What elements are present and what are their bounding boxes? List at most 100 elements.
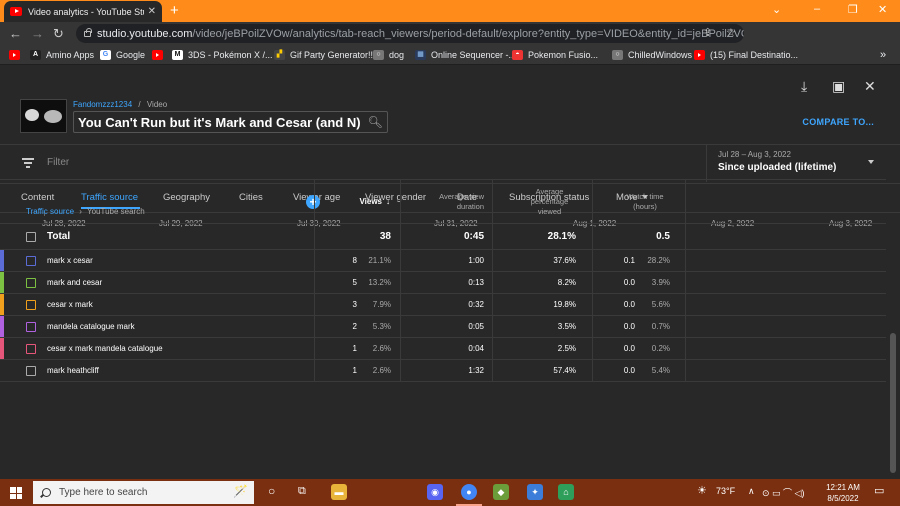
bookmark-item[interactable]: ○ dog — [373, 48, 404, 62]
m-icon: M — [172, 50, 183, 60]
date-range-value: Since uploaded (lifetime) — [718, 162, 837, 173]
row-views-pct: 21.1% — [368, 256, 391, 265]
search-icon — [42, 488, 51, 497]
views-header-label: Views — [359, 197, 382, 206]
tray-icons[interactable]: ⊙ ▭ ⌒ ◁) — [762, 486, 804, 499]
row-views: 1 — [352, 344, 357, 353]
avg-view-duration-header[interactable]: Average view duration — [400, 180, 492, 224]
discord-icon[interactable]: ◉ — [427, 484, 443, 500]
row-views-pct: 13.2% — [368, 278, 391, 287]
row-watch-pct: 3.9% — [651, 278, 670, 287]
window-minimize-button[interactable]: – — [814, 3, 820, 15]
total-checkbox[interactable] — [26, 232, 36, 242]
bookmark-item[interactable]: M 3DS - Pokémon X /... — [172, 48, 273, 62]
taskbar-search-placeholder: Type here to search — [59, 487, 148, 498]
browser-tabstrip: Video analytics - YouTube Studio ✕ + ⌄ –… — [0, 0, 900, 22]
youtube-studio-favicon-icon — [10, 7, 22, 16]
gif-icon: ▞ — [274, 50, 285, 60]
window-collapse-icon[interactable]: ⌄ — [772, 3, 781, 16]
weather-icon[interactable]: ☀ — [697, 484, 707, 497]
bookmark-item[interactable]: (15) Final Destinatio... — [694, 48, 798, 62]
table-row[interactable]: mark heathcliff 1 2.6% 1:32 57.4% 0.0 5.4% — [0, 359, 886, 382]
row-checkbox[interactable] — [26, 344, 36, 354]
table-row[interactable]: mandela catalogue mark 2 5.3% 0:05 3.5% 0.0 0.… — [0, 315, 886, 338]
row-avg-view-duration: 0:05 — [468, 322, 484, 331]
youtube-icon — [694, 50, 705, 60]
youtube-icon — [152, 50, 163, 60]
table-scrollbar[interactable] — [890, 333, 896, 473]
reload-icon[interactable]: ↻ — [53, 25, 64, 42]
row-checkbox[interactable] — [26, 366, 36, 376]
total-avg-view-duration: 0:45 — [463, 231, 484, 242]
search-highlight-icon: 🪄 — [233, 484, 248, 498]
traffic-source-link[interactable]: Traffic source — [26, 207, 74, 216]
row-avg-pct-viewed: 2.5% — [557, 344, 576, 353]
row-watch-pct: 5.4% — [651, 366, 670, 375]
filter-icon[interactable] — [22, 158, 34, 170]
channel-link[interactable]: Fandomzzz1234 — [73, 100, 132, 109]
views-header[interactable]: Views ↓ — [314, 180, 400, 224]
download-icon[interactable]: ⤓ — [801, 78, 807, 95]
bookmarks-overflow-button[interactable]: » — [880, 48, 886, 62]
cortana-icon[interactable]: ○ — [268, 484, 275, 498]
tab-close-icon[interactable]: ✕ — [148, 6, 156, 17]
close-icon[interactable]: ✕ — [864, 78, 876, 95]
back-arrow-icon[interactable]: ← — [9, 25, 22, 42]
row-checkbox[interactable] — [26, 256, 36, 266]
share-icon[interactable]: ⇪ — [703, 24, 712, 43]
row-avg-pct-viewed: 8.2% — [557, 278, 576, 287]
forward-arrow-icon[interactable]: → — [31, 25, 44, 42]
row-avg-pct-viewed: 19.8% — [553, 300, 576, 309]
table-row[interactable]: cesar x mark 3 7.9% 0:32 19.8% 0.0 5.6% — [0, 293, 886, 316]
window-close-button[interactable]: ✕ — [878, 3, 887, 16]
file-explorer-icon[interactable]: ▬ — [331, 484, 347, 500]
address-bar[interactable]: studio.youtube.com/video/jeBPoilZVOw/ana… — [76, 24, 744, 43]
row-checkbox[interactable] — [26, 300, 36, 310]
browser-tab-active[interactable]: Video analytics - YouTube Studio ✕ — [4, 1, 162, 22]
row-checkbox[interactable] — [26, 278, 36, 288]
table-row[interactable]: mark and cesar 5 13.2% 0:13 8.2% 0.0 3.9% — [0, 271, 886, 294]
globe-icon: ○ — [373, 50, 384, 60]
app-icon[interactable]: ⌂ — [558, 484, 574, 500]
table-row[interactable]: mark x cesar 8 21.1% 1:00 37.6% 0.1 28.2% — [0, 249, 886, 272]
app-icon[interactable]: ◆ — [493, 484, 509, 500]
row-checkbox[interactable] — [26, 322, 36, 332]
row-views: 5 — [352, 278, 357, 287]
watch-time-header[interactable]: Watch time (hours) — [592, 180, 685, 224]
app-icon[interactable]: ✦ — [527, 484, 543, 500]
bookmarks-bar: A Amino Apps G Google M 3DS - Pokémon X /... ▞… — [0, 45, 900, 65]
task-view-icon[interactable]: ⧉ — [298, 485, 306, 498]
filter-input[interactable]: Filter — [47, 157, 69, 168]
date-range-picker[interactable]: Jul 28 – Aug 3, 2022 Since uploaded (lif… — [706, 144, 890, 182]
row-watch-time: 0.0 — [623, 322, 635, 331]
bookmark-item[interactable]: A Amino Apps — [30, 48, 94, 62]
taskbar-clock[interactable]: 12:21 AM 8/5/2022 — [818, 482, 868, 504]
feedback-icon[interactable]: ▣ — [832, 78, 845, 95]
row-label: cesar x mark — [47, 300, 93, 309]
row-avg-pct-viewed: 3.5% — [557, 322, 576, 331]
table-row[interactable]: cesar x mark mandela catalogue 1 2.6% 0:04 2… — [0, 337, 886, 360]
notification-icon[interactable]: ▭ — [874, 484, 884, 497]
bookmark-item[interactable]: ◓ Pokemon Fusio... — [512, 48, 598, 62]
window-restore-button[interactable]: ❐ — [848, 3, 858, 16]
row-avg-view-duration: 0:04 — [468, 344, 484, 353]
bookmark-star-icon[interactable]: ☆ — [726, 24, 736, 43]
table-breadcrumb: Traffic source › YouTube search — [26, 207, 145, 216]
windows-start-icon[interactable] — [10, 487, 22, 499]
video-thumbnail[interactable] — [20, 99, 67, 133]
weather-temp[interactable]: 73°F — [716, 486, 735, 496]
bookmark-item[interactable]: ▦ Online Sequencer -... — [415, 48, 516, 62]
bookmark-item[interactable] — [9, 48, 25, 62]
video-selector[interactable]: You Can't Run but it's Mark and Cesar (a… — [73, 111, 388, 133]
taskbar-search-box[interactable]: Type here to search 🪄 — [33, 481, 254, 504]
tray-overflow-icon[interactable]: ∧ — [748, 486, 755, 497]
bookmark-label: Online Sequencer -... — [431, 50, 517, 60]
avg-pct-viewed-header[interactable]: Average percentage viewed — [492, 180, 592, 224]
bookmark-item[interactable]: ○ ChilledWindows — [612, 48, 692, 62]
chrome-icon[interactable]: ● — [461, 484, 477, 500]
new-tab-button[interactable]: + — [170, 2, 179, 20]
bookmark-item[interactable] — [152, 48, 168, 62]
bookmark-item[interactable]: G Google — [100, 48, 145, 62]
compare-to-button[interactable]: COMPARE TO... — [802, 117, 874, 127]
bookmark-item[interactable]: ▞ Gif Party Generator!!! — [274, 48, 376, 62]
